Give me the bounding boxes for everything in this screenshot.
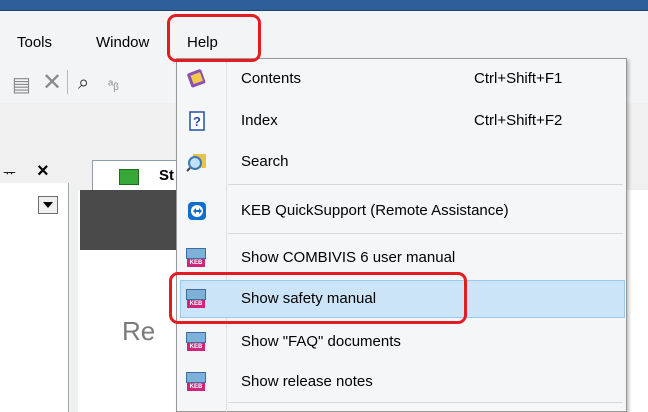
menu-item-user-manual[interactable]: KEB Show COMBIVIS 6 user manual [180, 240, 625, 276]
keb-manual-icon: KEB [186, 332, 208, 352]
toolbar-separator [67, 70, 68, 94]
teamviewer-icon [186, 201, 208, 221]
menu-item-faq[interactable]: KEB Show "FAQ" documents [180, 324, 625, 360]
document-partial-text: Re [122, 316, 156, 346]
annotation-highlight-safety-manual [169, 272, 467, 324]
find-binoculars-icon[interactable]: ⌕ [78, 72, 89, 95]
left-panel [0, 183, 69, 412]
menu-separator [228, 233, 623, 234]
menu-item-index[interactable]: ? Index Ctrl+Shift+F2 [180, 103, 625, 139]
window-title-bar [0, 0, 648, 11]
panel-dropdown-button[interactable] [38, 196, 58, 214]
menu-item-shortcut: Ctrl+Shift+F2 [474, 112, 563, 129]
paste-icon[interactable]: ▤ [12, 72, 31, 97]
annotation-highlight-help [167, 14, 261, 62]
start-arrow-icon [119, 169, 139, 185]
menu-item-label: Show COMBIVIS 6 user manual [241, 249, 456, 266]
menu-item-label: Contents [241, 70, 302, 87]
menu-bar: Tools Window Help [0, 11, 648, 63]
menu-item-shortcut: Ctrl+Shift+F1 [474, 70, 563, 87]
question-icon: ? [186, 111, 208, 131]
menu-separator [228, 402, 623, 403]
pin-icon[interactable]: ᅲ [3, 163, 16, 183]
document-banner [80, 190, 190, 250]
menu-item-release-notes[interactable]: KEB Show release notes [180, 364, 625, 400]
menu-item-label: Search [241, 153, 289, 170]
keb-manual-icon: KEB [186, 372, 208, 392]
menu-item-quicksupport[interactable]: KEB QuickSupport (Remote Assistance) [180, 193, 625, 229]
chevron-down-icon [43, 202, 53, 208]
book-purple-icon [186, 69, 208, 89]
svg-text:?: ? [193, 114, 201, 129]
keb-manual-icon: KEB [186, 248, 208, 268]
menu-item-search[interactable]: Search [180, 144, 625, 180]
delete-icon[interactable]: ✕ [42, 68, 62, 97]
menu-item-label: Show release notes [241, 373, 373, 390]
menu-tools[interactable]: Tools [17, 34, 52, 51]
menu-item-label: Show "FAQ" documents [241, 333, 401, 350]
menu-separator [228, 184, 623, 185]
menu-item-contents[interactable]: Contents Ctrl+Shift+F1 [180, 61, 625, 97]
tab-label: St [159, 167, 174, 184]
replace-icon[interactable]: ᵃᵦ [108, 76, 119, 92]
left-panel-header: ᅲ × [0, 160, 78, 183]
close-panel-icon[interactable]: × [37, 160, 49, 183]
menu-item-label: KEB QuickSupport (Remote Assistance) [241, 202, 509, 219]
menu-window[interactable]: Window [96, 34, 149, 51]
menu-item-label: Index [241, 112, 278, 129]
search-magnifier-icon [186, 152, 208, 172]
